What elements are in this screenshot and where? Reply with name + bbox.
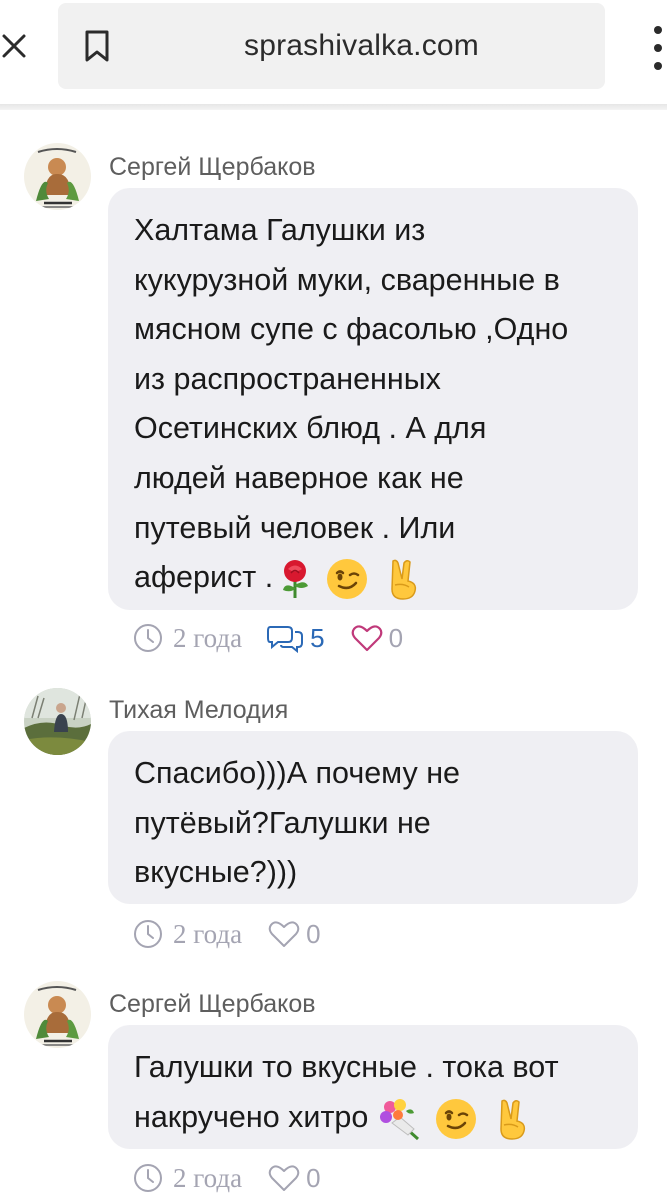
comment-last-line: аферист .	[134, 553, 612, 603]
avatar[interactable]	[24, 688, 91, 755]
likes-count: 0	[388, 622, 404, 653]
comment-time: 2 года	[173, 1162, 243, 1193]
likes-count: 0	[306, 918, 321, 949]
url-text[interactable]: sprashivalka.com	[138, 29, 585, 63]
comment-text-line: Галушки то вкусные . тока вот	[134, 1050, 559, 1084]
comment-last-line: накручено хитро	[134, 1093, 612, 1143]
heart-icon	[268, 921, 300, 947]
comment-meta: 2 года 5 0	[133, 620, 403, 656]
comment-text-line: из распространенных	[134, 361, 441, 396]
comment-time: 2 года	[173, 622, 243, 653]
comment-time: 2 года	[173, 918, 243, 949]
bookmark-button[interactable]	[80, 27, 114, 65]
comment-meta: 2 года 0	[133, 916, 321, 952]
comment-text-line: путевый человек . Или	[134, 510, 456, 545]
comment-text-line: аферист .	[134, 560, 274, 595]
comment-author[interactable]: Сергей Щербаков	[109, 153, 316, 182]
replies-button[interactable]: 5	[266, 622, 325, 654]
comment-text-line: вкусные?)))	[134, 855, 298, 890]
comment-text-line: людей наверное как не	[134, 460, 464, 495]
heart-icon	[268, 1165, 300, 1191]
toolbar-divider	[0, 104, 667, 110]
clock-icon	[134, 624, 162, 652]
comment-text-line: кукурузной муки, сваренные в	[134, 262, 560, 297]
comment-author[interactable]: Сергей Щербаков	[109, 990, 316, 1019]
bouquet-emoji	[380, 1098, 420, 1140]
comment-text-line: Осетинских блюд . А для	[134, 411, 487, 446]
browser-toolbar: sprashivalka.com	[0, 0, 667, 104]
comment-text-line: Халтама Галушки из	[134, 213, 426, 247]
winking-face-emoji	[327, 559, 368, 600]
bookmark-icon	[85, 30, 109, 62]
comment-text-line: накручено хитро	[134, 1099, 369, 1134]
comment-bubble: Спасибо)))А почему не путёвый?Галушки не…	[108, 731, 638, 904]
comment-meta: 2 года 0	[133, 1160, 321, 1196]
winking-face-emoji	[436, 1098, 477, 1139]
close-button[interactable]	[0, 22, 34, 70]
victory-hand-emoji	[391, 559, 417, 600]
comment-author[interactable]: Тихая Мелодия	[109, 696, 288, 725]
likes-count: 0	[306, 1162, 321, 1193]
chat-bubbles-icon	[267, 626, 304, 653]
clock-icon	[134, 920, 162, 948]
comment-text-line: Спасибо)))А почему не	[134, 756, 461, 790]
comment-text-line: путёвый?Галушки не	[134, 805, 431, 840]
close-icon	[2, 34, 26, 58]
replies-count: 5	[310, 622, 325, 653]
browser-menu-button[interactable]	[640, 22, 667, 74]
address-bar[interactable]: sprashivalka.com	[58, 3, 605, 89]
comment-bubble: Галушки то вкусные . тока вот накручено …	[108, 1025, 638, 1149]
avatar[interactable]	[24, 981, 91, 1048]
comment-bubble: Халтама Галушки из кукурузной муки, свар…	[108, 188, 638, 610]
clock-icon	[134, 1164, 162, 1192]
like-button[interactable]: 0	[268, 918, 321, 950]
comment-text-line: мясном супе с фасолью ,Одно	[134, 312, 569, 347]
rose-emoji	[283, 560, 309, 599]
avatar[interactable]	[24, 143, 91, 210]
heart-icon	[351, 625, 382, 652]
like-button[interactable]: 0	[351, 623, 403, 654]
like-button[interactable]: 0	[268, 1162, 321, 1194]
victory-hand-emoji	[500, 1099, 526, 1140]
